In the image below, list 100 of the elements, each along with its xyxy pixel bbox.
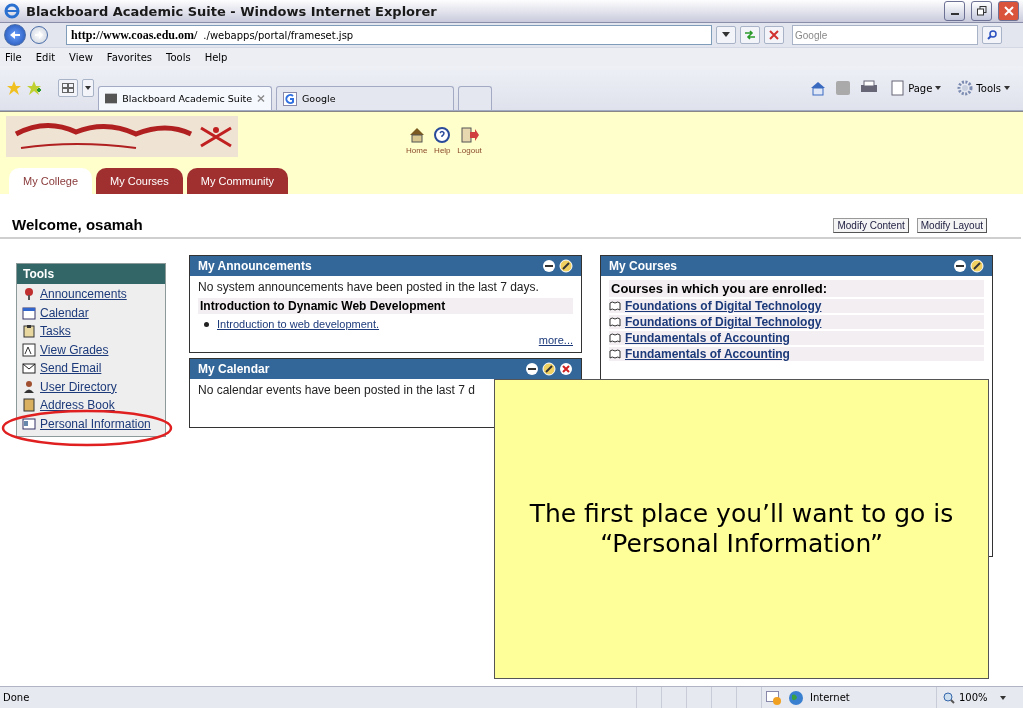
bullet-icon xyxy=(204,321,209,327)
help-icon xyxy=(433,126,452,144)
minimize-icon xyxy=(542,259,556,273)
house-icon xyxy=(810,80,827,96)
menu-item[interactable]: File xyxy=(5,51,22,63)
tool-link[interactable]: Send Email xyxy=(40,361,102,375)
tool-link[interactable]: View Grades xyxy=(40,342,109,357)
open-book-icon xyxy=(609,349,621,359)
door-arrow-icon xyxy=(459,126,480,144)
back-arrow-icon xyxy=(9,30,21,40)
browser-logo-icon xyxy=(4,3,20,19)
grid-icon xyxy=(62,83,74,93)
url-host: http://www.coas.edu.om/ xyxy=(71,27,198,43)
id-card-icon xyxy=(22,416,36,431)
panel-title: My Courses xyxy=(609,259,678,273)
page-icon xyxy=(891,80,906,96)
add-favorite-icon xyxy=(26,80,42,96)
edit-icon xyxy=(559,259,573,273)
warning-icon xyxy=(766,690,782,705)
stop-button[interactable] xyxy=(764,26,784,44)
close-icon xyxy=(1003,6,1014,16)
star-icon xyxy=(6,80,22,96)
tool-link[interactable]: Tasks xyxy=(40,324,71,338)
tool-link[interactable]: Calendar xyxy=(40,305,89,320)
header-link[interactable]: Logout xyxy=(457,126,482,155)
restore-icon xyxy=(976,6,987,16)
menu-item[interactable]: Help xyxy=(204,51,228,63)
announcement-message: No system announcements have been posted in the last 7 days. xyxy=(198,280,540,294)
announcement-link[interactable]: Introduction to web development. xyxy=(217,318,380,330)
stop-icon xyxy=(769,30,779,40)
caret-icon xyxy=(935,86,942,90)
close-tab-icon xyxy=(257,94,265,103)
search-button[interactable] xyxy=(982,26,1002,44)
portal-tab[interactable]: My College xyxy=(9,168,93,194)
browser-tab[interactable]: Google xyxy=(276,86,454,110)
menu-item[interactable]: Favorites xyxy=(106,51,152,63)
minimize-icon xyxy=(953,259,967,273)
clipboard-icon xyxy=(22,324,36,338)
edit-icon xyxy=(970,259,984,273)
zone-text: Internet xyxy=(810,692,850,703)
restore-button[interactable] xyxy=(971,1,992,21)
close-icon xyxy=(559,362,573,376)
modify-button[interactable]: Modify Content xyxy=(833,218,909,233)
panel-title: My Calendar xyxy=(198,362,270,376)
panel-title: My Announcements xyxy=(198,259,312,273)
address-book-icon xyxy=(22,398,36,412)
callout-text: The first place you’ll want to go is “Personal Information” xyxy=(528,499,955,559)
more-link[interactable]: more... xyxy=(538,334,573,346)
address-field[interactable]: http://www.coas.edu.om/ ./webapps/portal/frameset.jsp xyxy=(66,25,712,45)
back-button[interactable] xyxy=(4,24,26,46)
open-book-icon xyxy=(609,317,621,327)
tool-link[interactable]: User Directory xyxy=(40,379,117,394)
command-button[interactable]: Tools xyxy=(954,80,1013,96)
menu-item[interactable]: Edit xyxy=(35,51,56,63)
person-icon xyxy=(22,379,36,394)
caret-icon[interactable] xyxy=(999,695,1006,700)
url-path: ./webapps/portal/frameset.jsp xyxy=(203,29,354,41)
pushpin-icon xyxy=(22,287,36,301)
forward-arrow-icon xyxy=(34,31,44,39)
close-button[interactable] xyxy=(998,1,1019,21)
edit-icon xyxy=(542,362,556,376)
minimize-icon xyxy=(525,362,539,376)
caret-icon xyxy=(722,32,730,38)
header-link[interactable]: Home xyxy=(406,126,428,155)
tool-link[interactable]: Address Book xyxy=(40,398,115,412)
menu-item[interactable]: Tools xyxy=(166,51,191,63)
caret-icon xyxy=(1004,86,1010,90)
tool-link[interactable]: Announcements xyxy=(40,287,127,301)
open-book-icon xyxy=(609,333,621,343)
courses-heading: Courses in which you are enrolled: xyxy=(609,280,984,297)
forward-button[interactable] xyxy=(30,26,48,44)
google-logo-icon xyxy=(283,91,297,106)
search-field[interactable]: Google xyxy=(792,25,978,45)
gear-icon xyxy=(957,80,974,96)
status-text: Done xyxy=(2,692,31,703)
open-book-icon xyxy=(609,301,621,311)
dropdown-button[interactable] xyxy=(716,26,736,44)
envelope-icon xyxy=(22,361,36,375)
window-title: Blackboard Academic Suite - Windows Internet Explorer xyxy=(26,3,438,19)
command-button[interactable]: Page xyxy=(888,80,945,96)
modify-button[interactable]: Modify Layout xyxy=(916,218,987,233)
portal-tab[interactable]: My Courses xyxy=(96,168,183,194)
tab-list-button[interactable] xyxy=(82,79,94,97)
zoom-icon xyxy=(943,691,955,704)
course-heading: Introduction to Dynamic Web Development xyxy=(198,298,573,314)
quick-tabs-button[interactable] xyxy=(58,79,78,97)
header-link[interactable]: Help xyxy=(433,126,452,155)
refresh-icon xyxy=(744,30,756,40)
calendar-icon xyxy=(22,305,36,320)
portal-tab[interactable]: My Community xyxy=(186,168,289,194)
panel-title: Tools xyxy=(17,264,165,284)
browser-tab[interactable]: Blackboard Academic Suite xyxy=(98,86,272,110)
search-icon xyxy=(987,30,997,40)
grades-icon xyxy=(22,342,36,357)
zoom-level[interactable]: 100% xyxy=(959,692,988,703)
menu-item[interactable]: View xyxy=(69,51,93,63)
minimize-button[interactable] xyxy=(944,1,965,21)
welcome-heading: Welcome, osamah xyxy=(12,216,143,233)
calendar-message: No calendar events have been posted in the last 7 d xyxy=(198,383,476,397)
globe-icon xyxy=(788,689,804,706)
